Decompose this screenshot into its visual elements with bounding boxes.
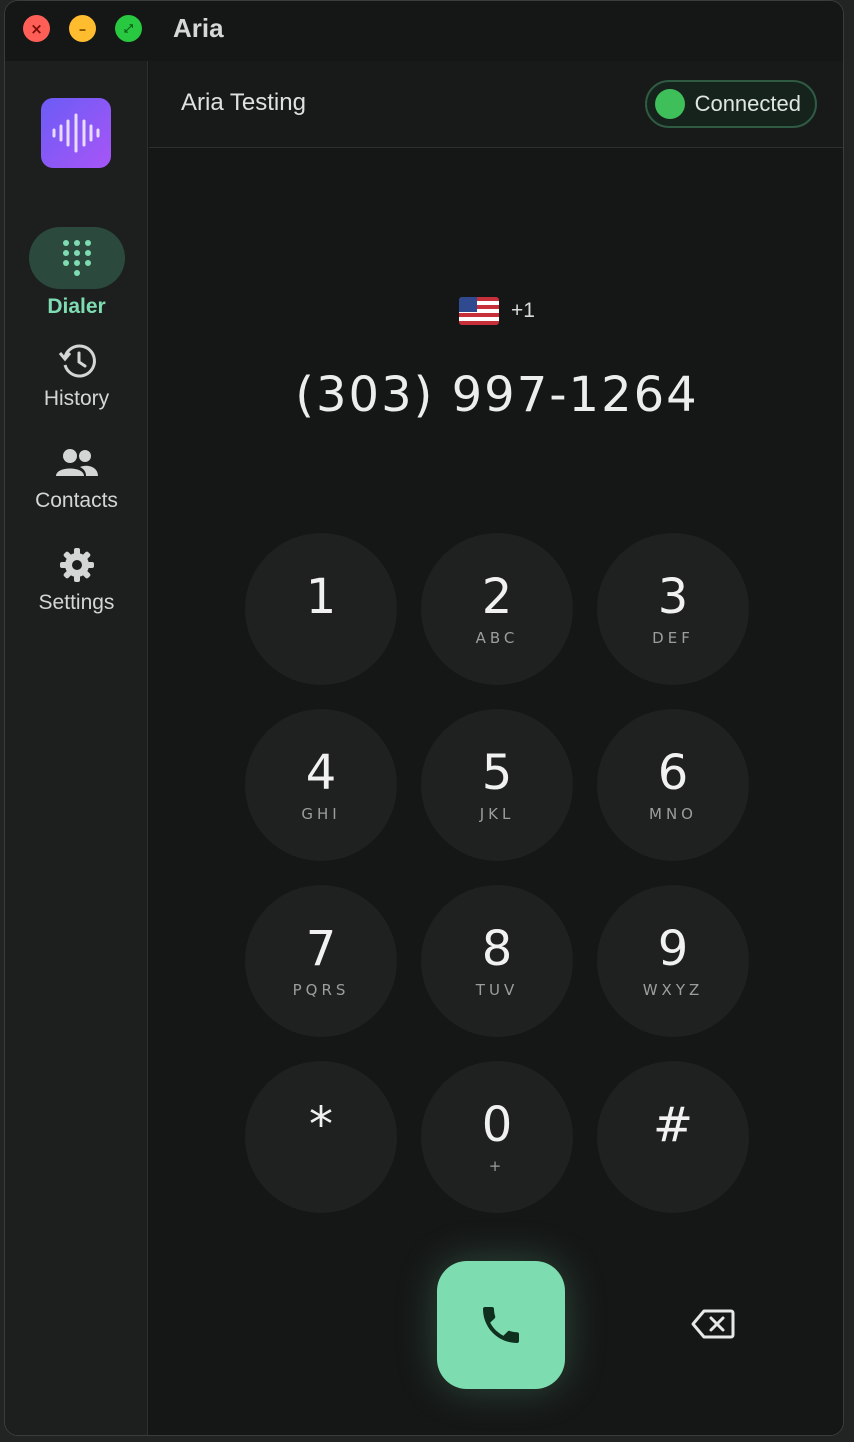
key-digit: 2 [481, 569, 513, 625]
maximize-icon: ⤢ [124, 21, 133, 35]
key-digit: * [309, 1097, 333, 1153]
status-text: Connected [694, 91, 801, 116]
sidebar: Dialer History Contacts Settings [5, 61, 148, 1435]
minimize-window-button[interactable]: – [69, 15, 96, 42]
app-logo [41, 98, 111, 168]
key-digit: 9 [657, 921, 689, 977]
status-badge: Connected [644, 80, 817, 128]
key-1[interactable]: 1 [245, 533, 397, 685]
sidebar-item-settings[interactable]: Settings [5, 545, 148, 615]
dialpad-icon [62, 240, 91, 276]
sidebar-item-label: History [43, 387, 110, 410]
key-digit: # [652, 1097, 694, 1153]
key-star[interactable]: * [245, 1061, 397, 1213]
sidebar-item-label: Dialer [47, 295, 106, 318]
key-letters: + [488, 1157, 506, 1175]
country-selector[interactable]: +1 [459, 297, 535, 325]
key-hash[interactable]: # [597, 1061, 749, 1213]
key-8[interactable]: 8 TUV [421, 885, 573, 1037]
key-letters: GHI [301, 805, 341, 823]
maximize-window-button[interactable]: ⤢ [115, 15, 142, 42]
close-icon: × [30, 19, 43, 38]
us-flag-icon [459, 297, 499, 325]
key-9[interactable]: 9 WXYZ [597, 885, 749, 1037]
keypad: 1 2 ABC 3 DEF 4 GHI 5 JKL 6 MNO 7 PQRS 8 TUV 9 W… [245, 533, 749, 1213]
key-digit: 8 [481, 921, 513, 977]
key-digit: 4 [305, 745, 337, 801]
dialer-pill [28, 227, 125, 289]
history-icon [58, 344, 96, 378]
key-letters: TUV [475, 981, 519, 999]
key-6[interactable]: 6 MNO [597, 709, 749, 861]
key-letters: WXYZ [642, 981, 704, 999]
sidebar-item-contacts[interactable]: Contacts [5, 443, 148, 513]
dialer-panel: +1 (303) 997-1264 1 2 ABC 3 DEF 4 GHI 5 JKL … [149, 149, 843, 1435]
phone-number-display[interactable]: (303) 997-1264 [149, 367, 843, 423]
key-letters: DEF [652, 629, 694, 647]
key-letters: ABC [475, 629, 519, 647]
key-digit: 5 [481, 745, 513, 801]
key-2[interactable]: 2 ABC [421, 533, 573, 685]
key-letters: PQRS [292, 981, 350, 999]
backspace-button[interactable] [685, 1301, 741, 1347]
country-code: +1 [511, 299, 535, 322]
key-4[interactable]: 4 GHI [245, 709, 397, 861]
close-window-button[interactable]: × [23, 15, 50, 42]
key-digit: 7 [305, 921, 337, 977]
account-name: Aria Testing [181, 89, 306, 116]
title-bar: × – ⤢ Aria [5, 1, 843, 61]
sidebar-item-dialer[interactable]: Dialer [5, 227, 148, 319]
call-button[interactable] [437, 1261, 565, 1389]
sidebar-item-label: Settings [38, 591, 115, 614]
contacts-icon [55, 449, 98, 476]
key-letters: MNO [649, 805, 697, 823]
key-7[interactable]: 7 PQRS [245, 885, 397, 1037]
phone-icon [483, 1307, 519, 1343]
app-window: × – ⤢ Aria Dialer History Contacts Setti… [4, 0, 844, 1436]
key-digit: 1 [305, 569, 337, 625]
sidebar-item-label: Contacts [35, 489, 118, 512]
sound-wave-icon [52, 113, 100, 153]
key-3[interactable]: 3 DEF [597, 533, 749, 685]
key-digit: 0 [481, 1097, 513, 1153]
key-0[interactable]: 0 + [421, 1061, 573, 1213]
key-digit: 6 [657, 745, 689, 801]
header: Aria Testing Connected [149, 61, 843, 148]
status-dot-icon [654, 89, 685, 119]
key-5[interactable]: 5 JKL [421, 709, 573, 861]
sidebar-item-history[interactable]: History [5, 341, 148, 411]
app-title: Aria [173, 13, 224, 43]
minimize-icon: – [78, 19, 87, 38]
gear-icon [59, 548, 94, 582]
backspace-icon [691, 1309, 735, 1339]
key-letters: JKL [479, 805, 515, 823]
key-digit: 3 [657, 569, 689, 625]
